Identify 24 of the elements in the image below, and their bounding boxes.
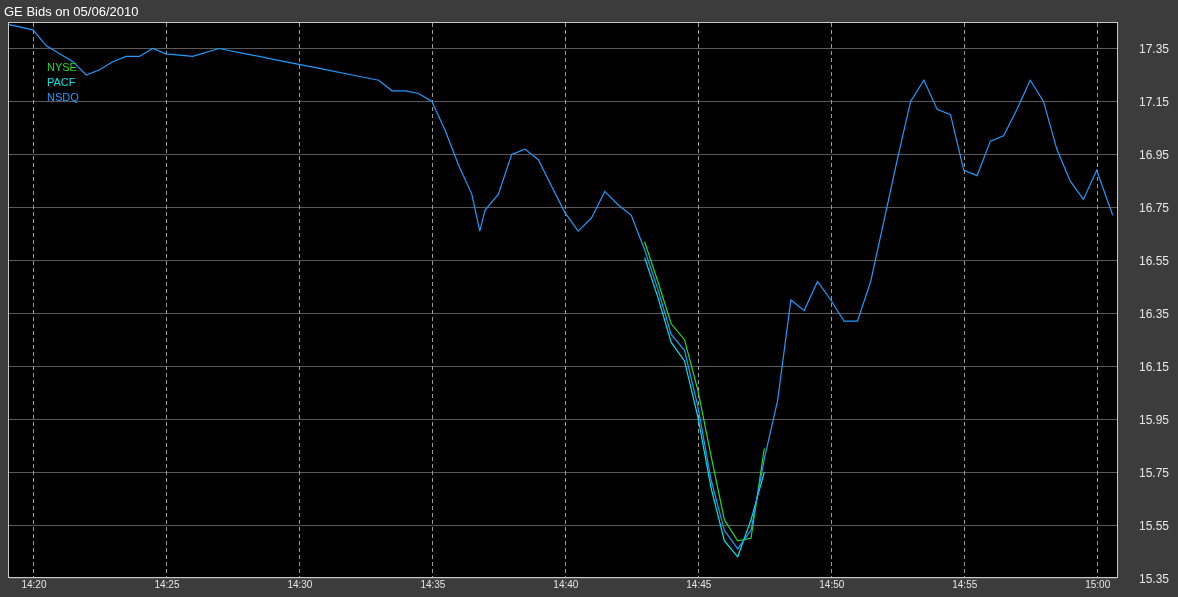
axis-label: 15.35 xyxy=(1138,571,1169,586)
axis-label: 14:50 xyxy=(819,579,845,590)
axis-label: 14:20 xyxy=(21,579,47,590)
axis-label: 17.15 xyxy=(1138,94,1169,109)
axis-label: 14:30 xyxy=(287,579,313,590)
axis-label: 16.95 xyxy=(1138,147,1169,162)
axis-label: 16.35 xyxy=(1138,306,1169,321)
axis-label: 15:00 xyxy=(1085,579,1111,590)
chart-title: GE Bids on 05/06/2010 xyxy=(4,4,139,18)
axis-label: 15.55 xyxy=(1138,518,1169,533)
axis-label: 16.75 xyxy=(1138,200,1169,215)
axis-label: 14:35 xyxy=(420,579,446,590)
axis-label: 17.35 xyxy=(1138,42,1169,56)
axis-label: 14:25 xyxy=(154,579,180,590)
axis-label: 16.15 xyxy=(1138,359,1169,374)
axis-label: 14:55 xyxy=(952,579,978,590)
legend-label: NYSE xyxy=(47,61,77,73)
axis-label: 14:45 xyxy=(686,579,712,590)
legend-label: PACF xyxy=(47,76,76,88)
axis-label: 15.75 xyxy=(1138,465,1169,480)
axis-label: 16.55 xyxy=(1138,253,1169,268)
axis-label: 14:40 xyxy=(553,579,579,590)
legend-label: NSDQ xyxy=(47,91,79,103)
axis-label: 15.95 xyxy=(1138,412,1169,427)
